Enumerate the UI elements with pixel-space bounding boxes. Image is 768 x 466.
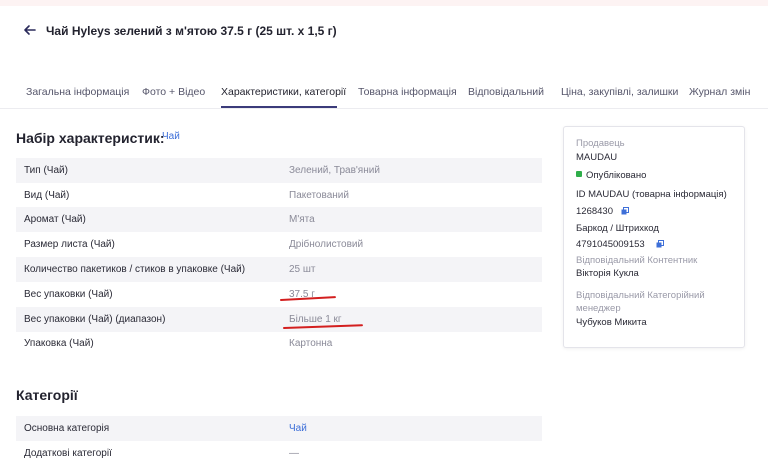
top-strip xyxy=(0,0,768,6)
characteristics-title: Набір характеристик: xyxy=(16,130,165,146)
tab-responsible[interactable]: Відповідальний xyxy=(468,86,544,98)
category-manager-label-line2: менеджер xyxy=(576,303,621,314)
row-label: Упаковка (Чай) xyxy=(24,338,94,349)
barcode-label: Баркод / Штрихкод xyxy=(576,223,659,234)
tab-characteristics[interactable]: Характеристики, категорії xyxy=(221,86,346,98)
tab-photo-video[interactable]: Фото + Відео xyxy=(142,86,205,98)
row-label: Вес упаковки (Чай) xyxy=(24,289,113,300)
row-label: Размер листа (Чай) xyxy=(24,239,115,250)
seller-value: MAUDAU xyxy=(576,152,618,163)
table-row: Додаткові категорії — xyxy=(16,441,542,466)
table-row: Вес упаковки (Чай) (диапазон) Більше 1 к… xyxy=(16,307,542,332)
characteristic-set-link[interactable]: Чай xyxy=(162,131,180,142)
table-row: Упаковка (Чай) Картонна xyxy=(16,331,542,356)
row-value: Пакетований xyxy=(289,190,349,201)
back-arrow-icon[interactable] xyxy=(22,22,38,38)
copy-icon[interactable] xyxy=(656,240,664,248)
content-manager-value: Вікторія Кукла xyxy=(576,268,639,279)
product-info-card: Продавець MAUDAU Опубліковано ID MAUDAU … xyxy=(563,126,745,348)
row-label: Тип (Чай) xyxy=(24,165,68,176)
categories-title: Категорії xyxy=(16,387,78,403)
main-category-link[interactable]: Чай xyxy=(289,423,307,434)
content-manager-label: Відповідальний Контентник xyxy=(576,255,698,266)
row-value: Більше 1 кг xyxy=(289,314,342,325)
status-dot-icon xyxy=(576,171,582,178)
row-value: Зелений, Трав'яний xyxy=(289,165,380,176)
row-value: М'ята xyxy=(289,214,315,225)
id-label: ID MAUDAU (товарна інформація) xyxy=(576,189,727,200)
active-tab-indicator xyxy=(221,106,337,108)
row-value: — xyxy=(289,448,299,459)
category-manager-value: Чубуков Микита xyxy=(576,317,647,328)
tab-general-info[interactable]: Загальна інформація xyxy=(26,86,129,98)
tab-bar: Загальна інформація Фото + Відео Характе… xyxy=(0,78,768,109)
table-row: Размер листа (Чай) Дрібнолистовий xyxy=(16,232,542,257)
page-header: Чай Hyleys зелений з м'ятою 37.5 г (25 ш… xyxy=(0,14,768,50)
tab-change-log[interactable]: Журнал змін xyxy=(689,86,750,98)
tab-price-stock[interactable]: Ціна, закупівлі, залишки xyxy=(561,86,678,98)
copy-icon[interactable] xyxy=(621,207,629,215)
row-label: Вид (Чай) xyxy=(24,190,70,201)
row-value: Дрібнолистовий xyxy=(289,239,364,250)
table-row: Вес упаковки (Чай) 37.5 г xyxy=(16,282,542,307)
page-title: Чай Hyleys зелений з м'ятою 37.5 г (25 ш… xyxy=(46,24,337,38)
table-row: Основна категорія Чай xyxy=(16,416,542,441)
tab-product-info[interactable]: Товарна інформація xyxy=(358,86,457,98)
row-label: Количество пакетиков / стиков в упаковке… xyxy=(24,264,246,275)
row-label: Основна категорія xyxy=(24,423,110,434)
row-label: Вес упаковки (Чай) (диапазон) xyxy=(24,314,166,325)
id-value: 1268430 xyxy=(576,206,613,217)
row-label: Аромат (Чай) xyxy=(24,214,86,225)
table-row: Количество пакетиков / стиков в упаковке… xyxy=(16,257,542,282)
row-value: 25 шт xyxy=(289,264,316,275)
status-text: Опубліковано xyxy=(586,170,647,181)
row-label: Додаткові категорії xyxy=(24,448,112,459)
category-manager-label: Відповідальний Категорійний xyxy=(576,290,705,301)
table-row: Аромат (Чай) М'ята xyxy=(16,207,542,232)
table-row: Тип (Чай) Зелений, Трав'яний xyxy=(16,158,542,183)
status-badge: Опубліковано xyxy=(576,170,646,181)
barcode-value: 4791045009153 xyxy=(576,239,645,250)
row-value: Картонна xyxy=(289,338,333,349)
table-row: Вид (Чай) Пакетований xyxy=(16,183,542,208)
seller-label: Продавець xyxy=(576,138,625,149)
